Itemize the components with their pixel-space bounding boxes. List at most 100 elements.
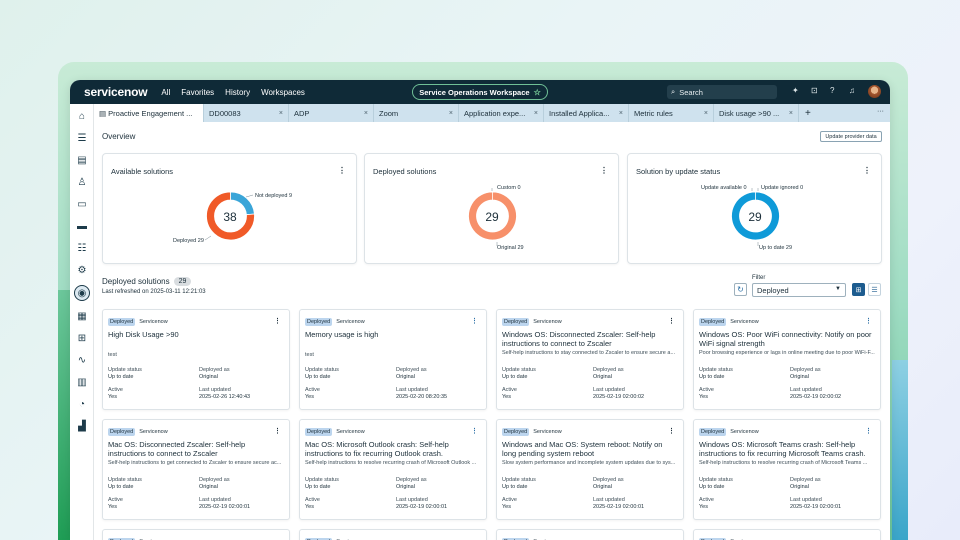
field-value: Original [593,484,612,490]
solution-card[interactable]: Deployed Servicenow ⋮ Windows OS: Micros… [693,419,881,520]
nav-history[interactable]: History [225,88,250,97]
table-icon[interactable]: ▥ [75,375,89,389]
help-icon[interactable]: ? [830,86,834,95]
tab-application-experience[interactable]: Application expe... × [459,104,544,122]
more-tabs-button[interactable]: ··· [877,108,884,115]
grid-view-button[interactable]: ⊞ [852,283,865,296]
more-options-icon[interactable]: ⋮ [865,427,872,435]
solution-card[interactable]: Deployed Servicenow ⋮ Windows OS: Poor W… [693,309,881,410]
update-provider-data-button[interactable]: Update provider data [820,131,882,142]
solution-card[interactable]: Deployed Servicenow ⋮ Mac OS: Microsoft … [299,419,487,520]
user-avatar[interactable] [868,85,881,98]
section-title: Deployed solutions [102,277,170,286]
gear-icon[interactable]: ⚙ [75,263,89,277]
refresh-button[interactable]: ↻ [734,283,747,296]
tab-metric-rules[interactable]: Metric rules × [629,104,714,122]
workspace-selector[interactable]: Service Operations Workspace ☆ [412,84,548,100]
tab-adp[interactable]: ADP × [289,104,374,122]
add-tab-button[interactable]: + [805,108,811,119]
solution-card[interactable]: Deployed Servicenow ⋮ Windows and Mac OS… [496,419,684,520]
nav-favorites[interactable]: Favorites [181,88,214,97]
close-icon[interactable]: × [449,110,453,117]
solution-card-partial[interactable]: DeployedServicenow [299,529,487,540]
field-label: Deployed as [396,367,427,373]
user-icon[interactable]: ♙ [75,175,89,189]
close-icon[interactable]: × [279,110,283,117]
main-content: Overview Update provider data Available … [94,122,890,540]
solution-card[interactable]: Deployed Servicenow ⋮ High Disk Usage >9… [102,309,290,410]
close-icon[interactable]: × [534,110,538,117]
document-icon[interactable]: ▤ [75,153,89,167]
tab-installed-applications[interactable]: Installed Applica... × [544,104,629,122]
filter-select[interactable]: Deployed ▼ [752,283,846,297]
more-options-icon[interactable]: ⋮ [274,427,281,435]
card-title: Windows OS: Microsoft Teams crash: Self-… [699,440,866,458]
laptop-icon[interactable]: ▬ [75,219,89,233]
tab-disk-usage[interactable]: Disk usage >90 ... × [714,104,799,122]
proactive-icon[interactable]: ◉ [74,285,90,301]
gauge-icon[interactable]: ◔ [75,397,89,411]
slice-label-custom: Custom 0 [497,185,521,191]
group-icon[interactable]: ☷ [75,241,89,255]
list-icon[interactable]: ☰ [75,131,89,145]
tab-dd00083[interactable]: DD00083 × [204,104,289,122]
solution-card-partial[interactable]: DeployedServicenow [102,529,290,540]
tab-zoom[interactable]: Zoom × [374,104,459,122]
last-refreshed: Last refreshed on 2025-03-11 12:21:03 [102,289,206,295]
more-options-icon[interactable]: ⋮ [668,317,675,325]
close-icon[interactable]: × [619,110,623,117]
more-options-icon[interactable]: ⋮ [668,427,675,435]
field-label: Active [108,387,123,393]
close-icon[interactable]: × [704,110,708,117]
home-icon[interactable]: ⌂ [75,109,89,123]
field-label: Update status [108,477,142,483]
solution-card-partial[interactable]: DeployedServicenow [496,529,684,540]
field-value: Yes [502,394,511,400]
more-options-icon[interactable]: ⋮ [471,427,478,435]
field-label: Active [305,387,320,393]
sparkle-icon[interactable]: ✦ [792,86,799,95]
servicenow-logo[interactable]: servicenow [84,85,148,99]
more-options-icon[interactable]: ⋮ [471,317,478,325]
field-label: Update status [699,477,733,483]
card-icon[interactable]: ▭ [75,197,89,211]
card-description: Self-help instructions to resolve recurr… [699,460,868,466]
close-icon[interactable]: × [789,110,793,117]
global-search-input[interactable]: ⌕ Search [667,85,777,99]
notification-icon[interactable]: ♫ [849,86,855,95]
nav-all[interactable]: All [161,88,170,97]
chevron-down-icon: ▼ [835,286,841,292]
star-icon[interactable]: ☆ [534,88,541,97]
page-title: Overview [102,132,136,141]
field-label: Update status [305,477,339,483]
tab-proactive-engagement[interactable]: ▤ Proactive Engagement ... [94,104,204,122]
field-value: Original [790,484,809,490]
field-label: Last updated [790,387,822,393]
close-icon[interactable]: × [364,110,368,117]
field-label: Deployed as [790,477,821,483]
nav-workspaces[interactable]: Workspaces [261,88,305,97]
slice-label-update-ignored: Update ignored 0 [761,185,803,191]
solution-card[interactable]: Deployed Servicenow ⋮ Mac OS: Disconnect… [102,419,290,520]
deployed-as-field: Deployed as Original [790,367,821,381]
update-status-field: Update status Up to date [108,367,142,381]
active-field: Active Yes [699,387,714,401]
grid-icon[interactable]: ⊞ [75,331,89,345]
more-options-icon[interactable]: ⋮ [274,317,281,325]
solution-card[interactable]: Deployed Servicenow ⋮ Windows OS: Discon… [496,309,684,410]
solution-card-partial[interactable]: DeployedServicenow [693,529,881,540]
calendar-gear-icon[interactable]: ▦ [75,309,89,323]
workspace-title: Service Operations Workspace [419,87,530,97]
source-label: Servicenow [336,429,365,435]
pulse-icon[interactable]: ∿ [75,353,89,367]
field-label: Deployed as [396,477,427,483]
bar-chart-icon[interactable]: ▟ [75,419,89,433]
list-view-button[interactable]: ☰ [868,283,881,296]
field-label: Active [305,497,320,503]
more-options-icon[interactable]: ⋮ [865,317,872,325]
last-updated-field: Last updated 2025-02-19 02:00:01 [199,497,250,511]
field-label: Deployed as [593,477,624,483]
chat-icon[interactable]: ⊡ [811,86,818,95]
tab-label: Metric rules [634,108,673,118]
solution-card[interactable]: Deployed Servicenow ⋮ Memory usage is hi… [299,309,487,410]
